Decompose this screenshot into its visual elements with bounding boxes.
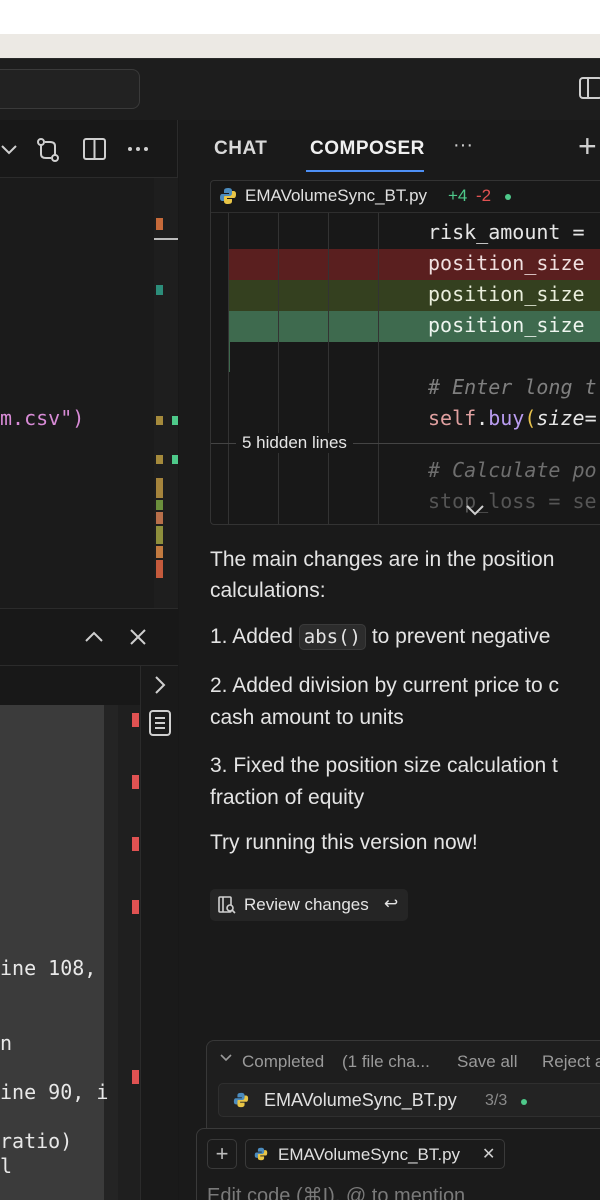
code-line: position_size — [428, 313, 585, 337]
list-item: 1. Added abs() to prevent negative — [210, 621, 550, 653]
composer-input-box[interactable]: + EMAVolumeSync_BT.py ✕ Edit code (⌘I), … — [196, 1128, 600, 1200]
add-context-button[interactable]: + — [207, 1139, 237, 1169]
list-item-continuation: fraction of equity — [210, 786, 365, 809]
completed-summary: (1 file cha... — [342, 1052, 430, 1071]
composer-placeholder: Edit code (⌘I), @ to mention — [207, 1185, 466, 1200]
error-marker — [132, 713, 139, 727]
terminal-line: ratio) — [0, 1129, 73, 1153]
minimap-mark — [156, 546, 163, 558]
indent-guide — [228, 213, 229, 525]
code-line: stop_loss = se — [428, 489, 597, 513]
tab-chat[interactable]: CHAT — [214, 138, 267, 160]
error-marker — [132, 775, 139, 789]
code-line: m.csv") — [0, 406, 84, 430]
terminal-output[interactable] — [0, 705, 104, 1200]
minimap-mark — [156, 560, 163, 578]
additions-count: +4 — [448, 186, 468, 205]
command-search-box[interactable] — [0, 69, 140, 109]
indent-guide — [278, 213, 279, 525]
code-comment: # Calculate po — [428, 458, 597, 482]
minimap-change-mark — [172, 455, 178, 464]
browser-top-bar — [0, 0, 600, 34]
window-frame — [0, 34, 600, 58]
chevron-right-icon[interactable] — [150, 674, 170, 696]
terminal-line: ine 108, — [0, 956, 97, 980]
code-line: risk_amount = — [428, 220, 585, 244]
message-text: Try running this version now! — [210, 831, 478, 854]
hidden-lines-label[interactable]: 5 hidden lines — [236, 433, 353, 453]
remove-context-icon[interactable]: ✕ — [482, 1144, 495, 1164]
changed-file-row[interactable]: EMAVolumeSync_BT.py 3/3 — [218, 1083, 600, 1117]
expand-chevron-icon[interactable] — [464, 503, 486, 516]
inline-code: abs() — [298, 624, 366, 650]
terminal-line: l — [0, 1154, 13, 1178]
diff-file-name: EMAVolumeSync_BT.py — [245, 186, 428, 205]
list-item: 2. Added division by current price to c — [210, 674, 560, 697]
message-text: calculations: — [210, 579, 326, 602]
more-actions-icon[interactable] — [126, 136, 152, 162]
minimap-viewport — [154, 238, 178, 240]
review-changes-button[interactable]: Review changes ↩ — [210, 889, 408, 921]
active-tab-indicator — [306, 170, 424, 172]
tab-composer[interactable]: COMPOSER — [310, 138, 425, 160]
code-line: position_size — [428, 282, 585, 306]
python-file-icon — [254, 1147, 268, 1166]
chevron-down-icon[interactable] — [219, 1051, 233, 1070]
minimap-change-mark — [172, 416, 178, 425]
new-composer-button[interactable]: + — [578, 128, 597, 164]
reject-all-button[interactable]: Reject a — [542, 1052, 600, 1072]
list-item-text: 1. Added — [210, 625, 293, 648]
list-item-text: to prevent negative — [371, 625, 551, 648]
indent-guide — [378, 213, 379, 525]
indent-guide — [328, 213, 329, 525]
code-comment: # Enter long t — [428, 375, 597, 399]
close-panel-icon[interactable] — [127, 626, 149, 648]
message-text: The main changes are in the position — [210, 548, 555, 571]
terminal-sidebar — [140, 666, 178, 1200]
code-string: m.csv") — [0, 406, 85, 430]
code-line: position_size — [428, 251, 585, 275]
completed-status: Completed — [242, 1052, 325, 1071]
toggle-sidebar-icon[interactable] — [578, 76, 600, 100]
maximize-panel-icon[interactable] — [82, 626, 106, 648]
error-marker — [132, 900, 139, 914]
minimap-mark — [156, 285, 163, 295]
more-options-button[interactable]: ··· — [453, 134, 473, 157]
source-control-compare-icon[interactable] — [34, 136, 60, 162]
diff-header[interactable]: EMAVolumeSync_BT.py +4 -2 — [211, 181, 600, 213]
status-dot — [521, 1099, 527, 1105]
minimap-mark — [156, 455, 163, 464]
split-editor-icon[interactable] — [82, 136, 108, 162]
code-editor[interactable] — [0, 178, 154, 608]
python-file-icon — [233, 1092, 249, 1113]
code-line: self.buy(size= — [428, 406, 597, 430]
context-file-name: EMAVolumeSync_BT.py — [278, 1145, 461, 1164]
minimap-mark — [156, 526, 163, 544]
save-all-button[interactable]: Save all — [457, 1052, 517, 1072]
status-dot — [505, 194, 511, 200]
minimap-mark — [156, 218, 163, 230]
terminal-line: n — [0, 1031, 13, 1055]
minimap-mark — [156, 478, 163, 498]
error-marker — [132, 837, 139, 851]
review-icon — [218, 896, 236, 919]
minimap-mark — [156, 512, 163, 524]
enter-key-icon: ↩ — [384, 894, 399, 913]
context-file-chip[interactable]: EMAVolumeSync_BT.py ✕ — [245, 1139, 505, 1169]
list-item-continuation: cash amount to units — [210, 706, 404, 729]
deletions-count: -2 — [476, 186, 492, 205]
changed-file-name: EMAVolumeSync_BT.py — [264, 1090, 457, 1110]
change-progress: 3/3 — [485, 1092, 508, 1109]
chevron-down-icon[interactable] — [0, 136, 26, 162]
python-file-icon — [219, 187, 237, 210]
minimap-mark — [156, 416, 163, 425]
terminal-scroll-gutter — [104, 705, 118, 1200]
minimap-mark — [156, 500, 163, 510]
list-item: 3. Fixed the position size calculation t — [210, 754, 558, 777]
terminal-list-icon[interactable] — [148, 708, 172, 738]
review-changes-label: Review changes — [244, 895, 369, 914]
terminal-line: ine 90, i — [0, 1080, 109, 1104]
error-marker — [132, 1070, 139, 1084]
